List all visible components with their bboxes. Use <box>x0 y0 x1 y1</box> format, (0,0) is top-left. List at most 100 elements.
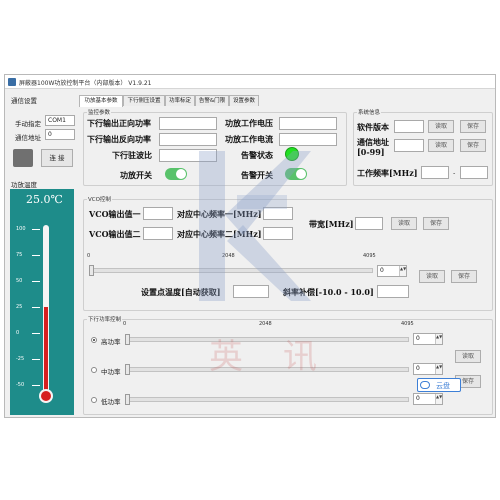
high-power-label: 高功率 <box>101 338 121 346</box>
temp-section-label: 功放温度 <box>11 181 37 189</box>
low-power-label: 低功率 <box>101 398 121 406</box>
alarm-switch-toggle[interactable] <box>285 168 307 180</box>
app-icon <box>8 78 16 86</box>
cloud-drive-badge[interactable]: 云盘 <box>417 378 461 392</box>
comm-addr-field[interactable] <box>394 139 424 152</box>
vco-save-button[interactable]: 保存 <box>423 217 449 230</box>
tab-downlink[interactable]: 下行侧压设置 <box>123 95 165 106</box>
scale-tick <box>32 255 40 256</box>
high-power-spin-value: 0 <box>416 335 420 342</box>
scale-label: -50 <box>16 382 25 388</box>
scale-label: 50 <box>16 278 23 284</box>
center-freq1-field <box>263 207 293 220</box>
scale-tick <box>32 281 40 282</box>
low-power-spin-arrows[interactable]: ▲▼ <box>435 394 442 404</box>
scale-label: 100 <box>16 226 26 232</box>
tab-basic-params[interactable]: 功放基本参数 <box>79 95 123 107</box>
sw-version-field <box>394 120 424 133</box>
vswr-label: 下行驻波比 <box>112 150 152 160</box>
sw-version-save-button[interactable]: 保存 <box>460 120 486 133</box>
vco-slider-thumb[interactable] <box>89 265 94 276</box>
cloud-icon <box>420 381 430 389</box>
vco-tick-max: 4095 <box>363 253 376 259</box>
scale-tick <box>32 385 40 386</box>
low-power-spinbox[interactable]: 0 ▲▼ <box>413 393 443 405</box>
thermometer-panel: 25.0℃ 100 75 50 25 0 -25 -50 <box>10 189 74 415</box>
pa-switch-toggle[interactable] <box>165 168 187 180</box>
vco-out2-field[interactable] <box>143 227 173 240</box>
center-freq1-label: 对应中心频率一[MHz] <box>177 209 262 219</box>
comm-addr-read-button[interactable]: 读取 <box>428 139 454 152</box>
sw-version-read-button[interactable]: 读取 <box>428 120 454 133</box>
vco-out1-label: VCO输出值一 <box>89 209 141 219</box>
fwd-power-field <box>159 117 217 130</box>
tab-settings[interactable]: 设置参数 <box>229 95 259 106</box>
temp-readout: 25.0℃ <box>26 193 63 206</box>
alarm-status-label: 告警状态 <box>241 150 273 160</box>
mid-power-spin-value: 0 <box>416 365 420 372</box>
center-freq2-field <box>263 227 293 240</box>
scale-tick <box>32 229 40 230</box>
slope-field[interactable] <box>377 285 409 298</box>
mid-power-thumb[interactable] <box>125 364 130 375</box>
vco-out2-label: VCO输出值二 <box>89 229 141 239</box>
high-power-spinbox[interactable]: 0 ▲▼ <box>413 333 443 345</box>
connection-indicator <box>13 149 33 167</box>
mid-power-label: 中功率 <box>101 368 121 376</box>
scale-tick <box>32 359 40 360</box>
vco-spin-arrows[interactable]: ▲▼ <box>399 266 406 276</box>
vco-spinbox[interactable]: 0 ▲▼ <box>377 265 407 277</box>
vco-spin-value: 0 <box>380 267 384 274</box>
addr-field[interactable]: 0 <box>45 129 75 140</box>
alarm-switch-label: 告警开关 <box>241 170 273 180</box>
scale-label: 25 <box>16 304 23 310</box>
connect-button[interactable]: 连 接 <box>41 149 73 167</box>
scale-label: 0 <box>16 330 20 336</box>
high-power-track[interactable] <box>125 337 409 342</box>
comm-addr-range: [0-99] <box>357 147 385 157</box>
power-read-button[interactable]: 读取 <box>455 350 481 363</box>
sysinfo-section-title: 系统信息 <box>357 108 382 116</box>
set-temp-field <box>233 285 269 298</box>
fwd-power-label: 下行输出正向功率 <box>87 118 151 128</box>
bandwidth-label: 带宽[MHz] <box>309 219 354 229</box>
comm-addr-save-button[interactable]: 保存 <box>460 139 486 152</box>
addr-label: 通信地址 <box>15 134 41 142</box>
mid-power-track[interactable] <box>125 367 409 372</box>
freq-label: 工作频率[MHz] <box>357 168 418 178</box>
manual-label: 手动指定 <box>15 120 41 128</box>
vco-section-title: VCO控制 <box>87 195 112 203</box>
mid-power-radio[interactable] <box>91 367 97 373</box>
vco-slider-track[interactable] <box>89 268 373 273</box>
vco-tick-mid: 2048 <box>222 253 235 259</box>
tab-alarm-threshold[interactable]: 告警&门限 <box>195 95 229 106</box>
comm-section-label: 通信设置 <box>11 97 37 105</box>
freq-start-field <box>421 166 449 179</box>
low-power-track[interactable] <box>125 397 409 402</box>
com-port-field[interactable]: COM1 <box>45 115 75 126</box>
set-temp-label: 设置点温度[自动获取] <box>141 287 221 297</box>
bandwidth-field <box>355 217 383 230</box>
center-freq2-label: 对应中心频率二[MHz] <box>177 229 262 239</box>
pa-current-label: 功放工作电流 <box>225 134 273 144</box>
title-bar: 屏蔽器100W功放控制平台（内部版本） V1.9.21 <box>5 75 495 89</box>
high-power-radio[interactable] <box>91 337 97 343</box>
power-tick-mid: 2048 <box>259 321 272 327</box>
low-power-radio[interactable] <box>91 397 97 403</box>
high-power-spin-arrows[interactable]: ▲▼ <box>435 334 442 344</box>
vco-out1-field[interactable] <box>143 207 173 220</box>
mid-power-spin-arrows[interactable]: ▲▼ <box>435 364 442 374</box>
tab-power-cal[interactable]: 功率标定 <box>165 95 195 106</box>
vco-tick-min: 0 <box>87 253 91 259</box>
high-power-thumb[interactable] <box>125 334 130 345</box>
vco-read-button[interactable]: 读取 <box>391 217 417 230</box>
mid-power-spinbox[interactable]: 0 ▲▼ <box>413 363 443 375</box>
low-power-thumb[interactable] <box>125 394 130 405</box>
scale-tick <box>32 333 40 334</box>
rev-power-label: 下行输出反向功率 <box>87 134 151 144</box>
alarm-status-led <box>285 147 299 161</box>
vco-slider-read-button[interactable]: 读取 <box>419 270 445 283</box>
monitor-section-title: 监控参数 <box>87 108 112 116</box>
scale-label: 75 <box>16 252 23 258</box>
vco-slider-save-button[interactable]: 保存 <box>451 270 477 283</box>
